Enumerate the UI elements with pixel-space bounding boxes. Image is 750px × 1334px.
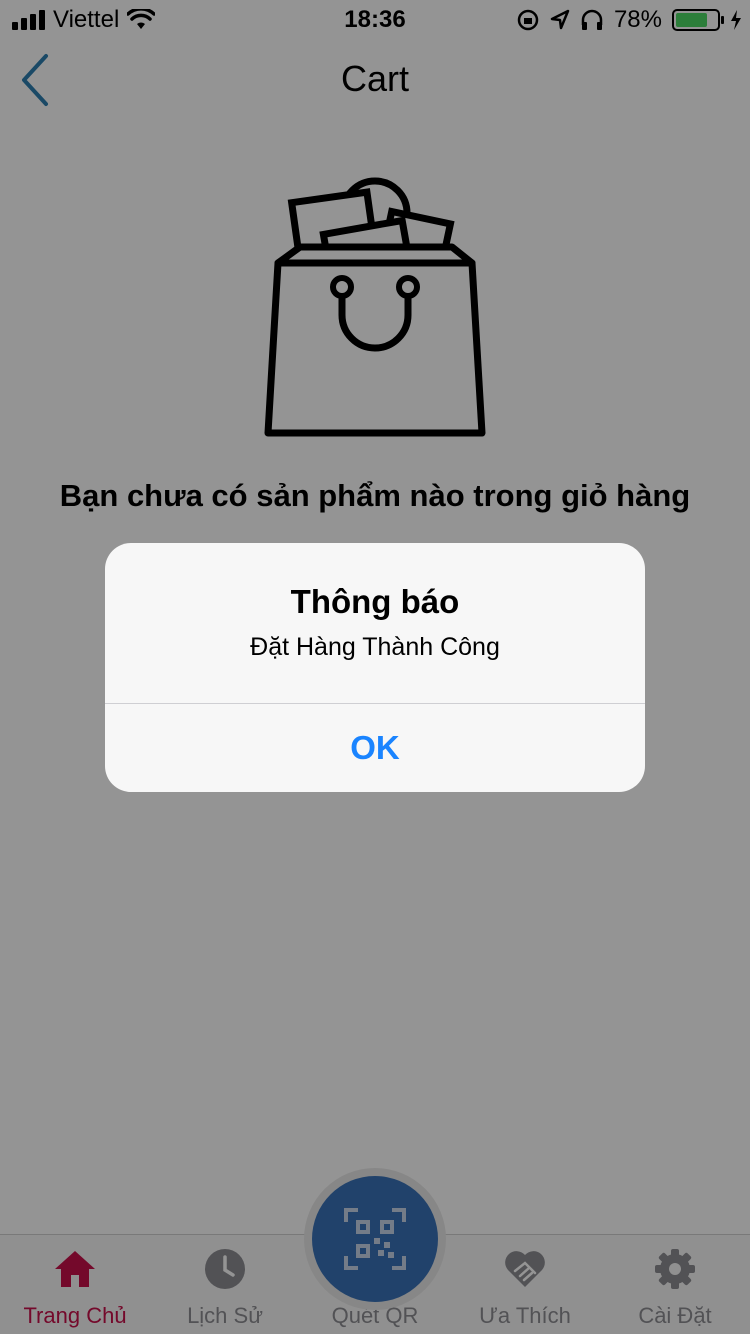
- ok-button[interactable]: OK: [105, 704, 645, 792]
- alert-dialog: Thông báo Đặt Hàng Thành Công OK: [105, 543, 645, 792]
- alert-title: Thông báo: [290, 583, 460, 620]
- alert-message: Đặt Hàng Thành Công: [250, 633, 500, 661]
